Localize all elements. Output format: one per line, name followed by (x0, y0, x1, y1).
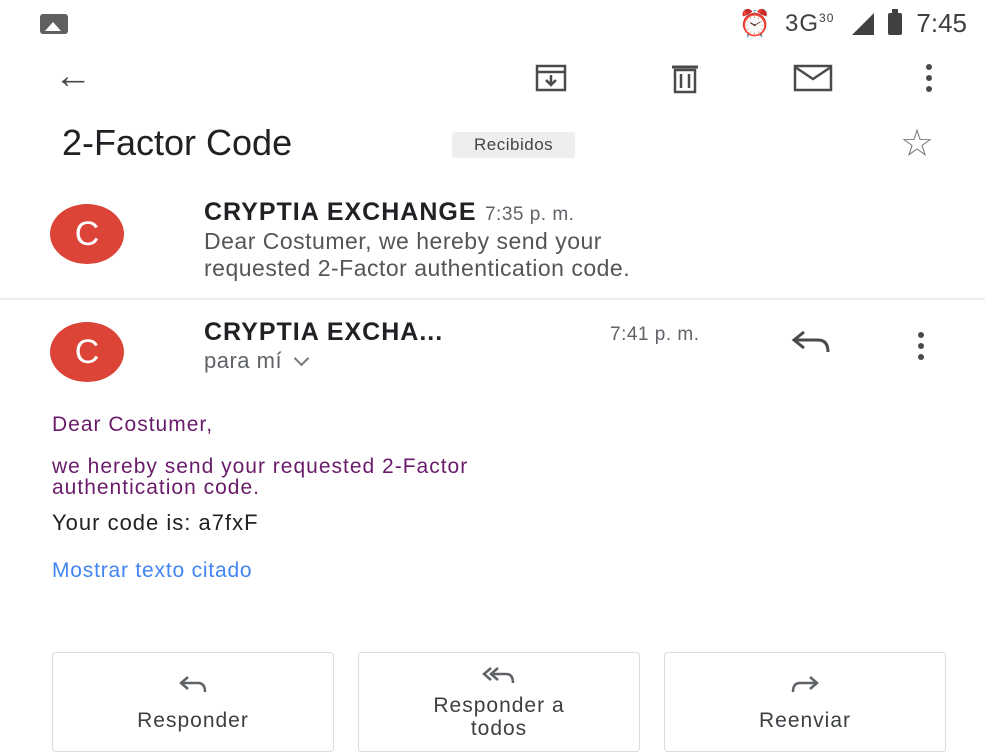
reply-button[interactable]: Responder (52, 652, 334, 752)
network-type: 3G30 (785, 9, 835, 37)
battery-icon (888, 8, 903, 35)
verification-code-line: Your code is: a7fxF (52, 510, 259, 535)
email-greeting: Dear Costumer, (52, 413, 214, 436)
recipient-details[interactable]: para mí (204, 348, 310, 374)
divider (0, 298, 985, 300)
alarm-icon: ⏰ (738, 8, 772, 38)
trash-icon[interactable] (662, 58, 708, 98)
reply-icon (178, 673, 208, 699)
mail-icon[interactable] (790, 58, 836, 98)
avatar: C (50, 322, 124, 382)
reply-all-label: Responder a todos (433, 694, 565, 740)
reply-all-icon (482, 664, 516, 690)
reply-icon[interactable] (790, 328, 832, 363)
reply-all-button[interactable]: Responder a todos (358, 652, 640, 752)
forward-label: Reenviar (758, 708, 852, 732)
clock-time: 7:45 (916, 8, 967, 38)
image-notification-icon (40, 14, 68, 34)
forward-icon (790, 673, 820, 699)
message-header: CRYPTIA EXCHANGE 7:35 p. m. (204, 198, 574, 227)
arrow-back-icon[interactable]: ← (54, 56, 92, 96)
email-body: we hereby send your requested 2-Factor a… (52, 456, 468, 498)
body-line: we hereby send your requested 2-Factor (52, 455, 469, 478)
avatar: C (50, 204, 124, 264)
message-snippet: Dear Costumer, we hereby send your reque… (204, 228, 630, 282)
show-quoted-text-link[interactable]: Mostrar texto citado (52, 559, 252, 583)
email-subject: 2-Factor Code (62, 122, 293, 163)
message-collapsed[interactable]: C CRYPTIA EXCHANGE 7:35 p. m. Dear Costu… (0, 190, 985, 298)
chevron-down-icon (293, 350, 310, 367)
snippet-line: requested 2-Factor authentication code. (204, 255, 631, 281)
archive-icon[interactable] (528, 58, 574, 98)
more-vert-icon[interactable] (906, 58, 952, 98)
forward-button[interactable]: Reenviar (664, 652, 946, 752)
reply-label: Responder (137, 708, 249, 732)
star-icon[interactable]: ☆ (900, 124, 934, 164)
status-bar: ⏰ 3G30 7:45 (0, 0, 985, 48)
message-time: 7:35 p. m. (484, 204, 575, 225)
sender-name[interactable]: CRYPTIA EXCHA... (204, 318, 443, 347)
sender-name: CRYPTIA EXCHANGE (204, 198, 477, 226)
message-time: 7:41 p. m. (610, 324, 700, 345)
recipient-label: para mí (204, 348, 283, 373)
signal-icon (848, 12, 875, 35)
label-chip[interactable]: Recibidos (452, 132, 576, 158)
body-line: authentication code. (52, 476, 260, 499)
status-right: ⏰ 3G30 7:45 (739, 8, 967, 39)
more-vert-icon[interactable] (918, 332, 924, 360)
toolbar: ← (0, 48, 985, 108)
snippet-line: Dear Costumer, we hereby send your (204, 228, 602, 254)
